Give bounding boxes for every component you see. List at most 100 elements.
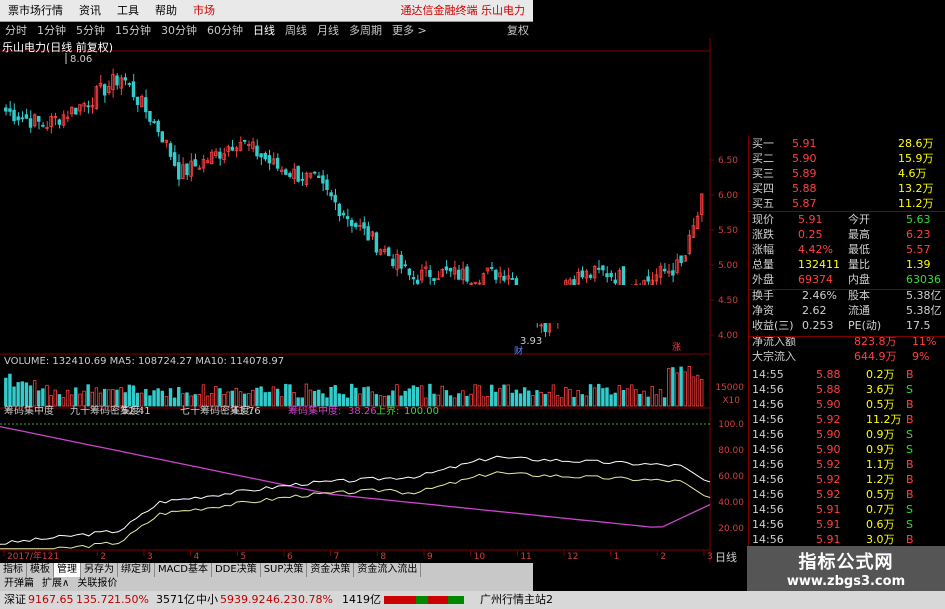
volume-bar: [539, 391, 543, 407]
menu-item-market-quotes[interactable]: 票市场行情: [0, 0, 71, 22]
redaction-block: [290, 285, 655, 323]
bid-name: 买一: [752, 137, 774, 150]
volume-bar: [683, 371, 687, 407]
menu-item-news[interactable]: 资讯: [71, 0, 109, 22]
tick-time: 14:56: [752, 488, 784, 501]
volume-bar: [312, 390, 317, 407]
stat-label: 量比: [848, 258, 870, 271]
tick-row: 14:56 5.91 0.6万 S: [748, 517, 945, 532]
period-tab-fenshi[interactable]: 分时: [0, 22, 32, 38]
candle-body: [20, 117, 24, 120]
volume-bar: [53, 389, 57, 407]
bid-price: 5.90: [792, 152, 817, 165]
volume-bar: [45, 384, 49, 407]
period-tab-more[interactable]: 更多 >: [387, 22, 432, 38]
bid-name: 买五: [752, 197, 774, 210]
volume-bar: [457, 393, 461, 407]
volume-bar: [189, 395, 193, 407]
candle-body: [391, 258, 395, 267]
extra-tab[interactable]: 关联报价: [73, 577, 121, 591]
tick-direction: B: [906, 413, 914, 426]
bid-row: 买四 5.88 13.2万: [748, 181, 945, 196]
indicator-tab[interactable]: 指标: [0, 563, 27, 577]
index-zx-pct: 0.78%: [298, 593, 333, 606]
indicator-tab[interactable]: SUP决策: [261, 563, 308, 577]
volume-bar: [242, 393, 247, 407]
indicator-tab[interactable]: 管理: [54, 563, 81, 577]
volume-bar: [255, 387, 259, 407]
chip-item-label: 筹码集中度:: [288, 404, 341, 417]
candle-body: [374, 232, 379, 253]
candle-body: [325, 179, 329, 190]
indicator-tab[interactable]: 绑定到: [118, 563, 155, 577]
period-tab-5min[interactable]: 5分钟: [71, 22, 110, 38]
volume-bar: [123, 392, 127, 407]
volume-bar: [699, 378, 704, 407]
tick-price: 5.88: [816, 383, 841, 396]
date-axis-label: 1: [614, 552, 620, 562]
period-tab-multi[interactable]: 多周期: [344, 22, 387, 38]
tick-volume: 11.2万: [866, 413, 902, 426]
adjust-button[interactable]: 复权: [507, 22, 533, 38]
period-tab-daily[interactable]: 日线: [248, 22, 280, 38]
server-name[interactable]: 广州行情主站2: [480, 591, 553, 609]
candle-body: [321, 175, 325, 184]
candle-body: [329, 192, 333, 197]
volume-bar: [440, 385, 444, 407]
stat-value: 2.62: [802, 304, 827, 317]
candle-body: [662, 268, 667, 272]
volume-bar: [156, 388, 160, 407]
stock-title: 乐山电力(日线 前复权): [2, 41, 114, 54]
period-tab-1min[interactable]: 1分钟: [32, 22, 71, 38]
extra-tab[interactable]: 扩展∧: [38, 577, 73, 591]
candle-body: [354, 223, 358, 228]
volume-bar: [498, 387, 502, 407]
tick-time: 14:56: [752, 458, 784, 471]
stat-row: 净资 2.62 流通 5.38亿: [748, 303, 945, 318]
volume-bar: [267, 391, 272, 407]
candle-body: [284, 169, 288, 175]
kline-chart[interactable]: 6.50 6.00 5.50 5.00 4.50 4.00 8.06 3.93财 涨 VOLUME…: [0, 38, 748, 563]
indicator-tab[interactable]: MACD基本: [155, 563, 212, 577]
stat-value: 5.91: [798, 213, 823, 226]
menu-item-help[interactable]: 帮助: [147, 0, 185, 22]
volume-bar: [436, 394, 440, 407]
tick-time: 14:56: [752, 473, 784, 486]
tick-price: 5.88: [816, 368, 841, 381]
tick-row: 14:56 5.92 0.5万 B: [748, 487, 945, 502]
candle-body: [218, 151, 222, 159]
candle-body: [255, 145, 259, 157]
indicator-tab[interactable]: DDE决策: [212, 563, 261, 577]
volume-bar: [193, 394, 197, 407]
menu-item-tools[interactable]: 工具: [109, 0, 147, 22]
volume-bar: [646, 396, 650, 407]
period-tab-weekly[interactable]: 周线: [280, 22, 312, 38]
volume-bar: [341, 394, 346, 407]
volume-bar: [617, 384, 622, 407]
volume-bar: [527, 390, 531, 407]
period-tab-60min[interactable]: 60分钟: [202, 22, 248, 38]
indicator-tab[interactable]: 资金流入流出: [354, 563, 422, 577]
index-sz-value: 9167.65: [28, 593, 74, 606]
candle-body: [448, 268, 453, 272]
candle-body: [489, 267, 494, 269]
tick-direction: S: [906, 428, 913, 441]
price-axis-label: 4.50: [718, 296, 738, 306]
candle-body: [57, 119, 62, 125]
period-tab-monthly[interactable]: 月线: [312, 22, 344, 38]
indicator-tab[interactable]: 模板: [27, 563, 54, 577]
extra-tab[interactable]: 开弹篇: [0, 577, 38, 591]
period-tab-15min[interactable]: 15分钟: [110, 22, 156, 38]
volume-bar: [251, 389, 255, 407]
date-axis-label: 10: [474, 552, 486, 562]
market-button[interactable]: 市场: [185, 0, 223, 22]
candle-body: [135, 96, 140, 106]
period-tab-30min[interactable]: 30分钟: [156, 22, 202, 38]
volume-bar: [284, 383, 288, 407]
indicator-tab[interactable]: 另存为: [81, 563, 118, 577]
bid-price: 5.89: [792, 167, 817, 180]
indicator-tab[interactable]: 资金决策: [307, 563, 355, 577]
candle-body: [333, 194, 337, 203]
tick-row: 14:56 5.92 1.1万 B: [748, 457, 945, 472]
volume-bar: [230, 390, 234, 407]
